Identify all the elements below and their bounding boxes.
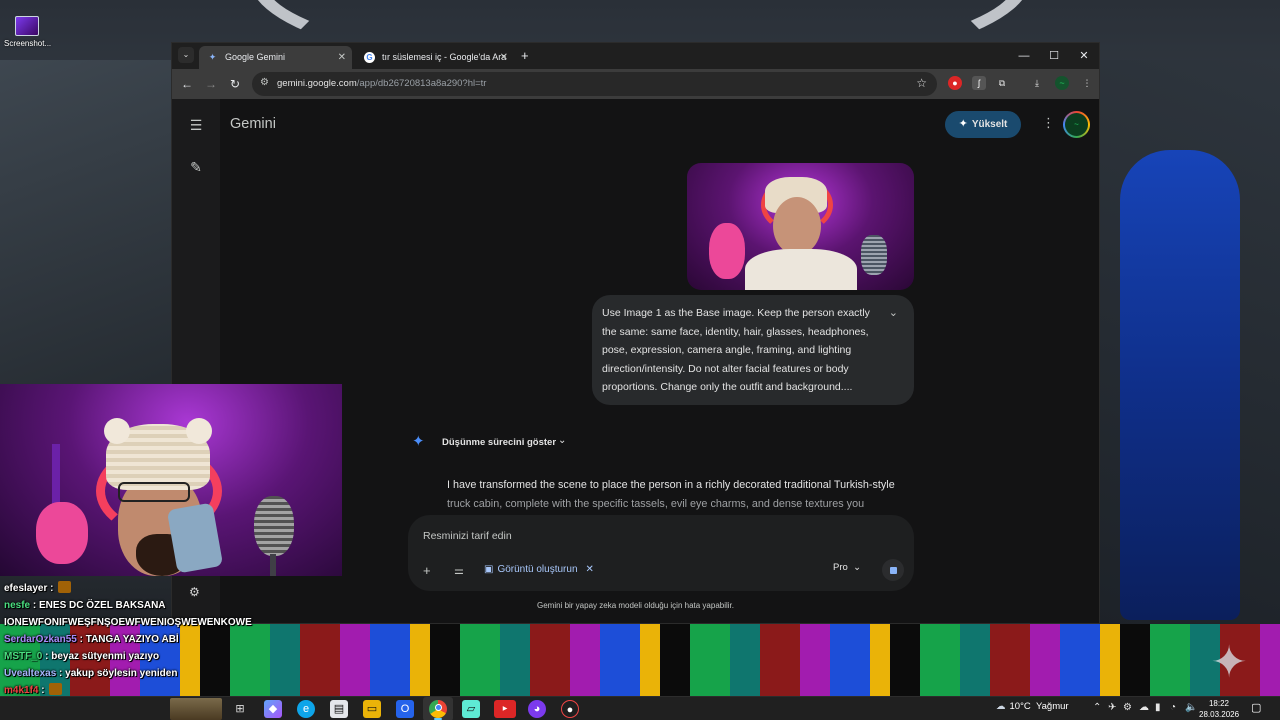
- model-response: I have transformed the scene to place th…: [447, 476, 917, 514]
- stop-generation-button[interactable]: [882, 559, 904, 581]
- browser-menu-icon[interactable]: ⋮: [1080, 76, 1094, 90]
- close-icon[interactable]: ✕: [586, 564, 594, 575]
- sparkle-icon: ✦: [1210, 638, 1248, 687]
- weather-widget[interactable]: ☁ 10°C Yağmur: [996, 701, 1069, 712]
- store-icon[interactable]: ▤: [330, 700, 348, 718]
- chat-message: MSTF_0 : beyaz sütyenmi yazıyo: [4, 651, 160, 662]
- close-tab-icon[interactable]: ✕: [338, 46, 346, 69]
- url-text: gemini.google.com/app/db26720813a8a290?h…: [277, 78, 487, 89]
- chat-message: efeslayer :: [0, 580, 345, 597]
- image-tool-chip[interactable]: ▣ Görüntü oluşturun ✕: [484, 561, 594, 579]
- gemini-favicon-icon: ✦: [208, 52, 217, 62]
- prompt-composer: Resminizi tarif edin + ⚌ ▣ Görüntü oluştu…: [408, 515, 914, 591]
- sparkle-icon: ✦: [958, 118, 968, 130]
- tab-search-button[interactable]: ⌄: [178, 47, 194, 63]
- menu-icon[interactable]: ☰: [186, 115, 206, 135]
- webcam-overlay: [0, 384, 342, 576]
- chrome-icon[interactable]: [429, 700, 447, 718]
- extensions-puzzle-icon[interactable]: ⧉: [995, 76, 1009, 90]
- upgrade-button[interactable]: ✦ Yükselt: [945, 111, 1021, 138]
- bookmark-star-icon[interactable]: ☆: [916, 76, 927, 90]
- user-prompt-bubble: Use Image 1 as the Base image. Keep the …: [592, 295, 914, 405]
- chat-message: Uvealtexas : yakup söylesin yeniden: [4, 668, 178, 679]
- extension-script-icon[interactable]: ʃ: [972, 76, 986, 90]
- discord-icon[interactable]: ◕: [528, 700, 546, 718]
- back-arrow-icon[interactable]: ←: [179, 76, 195, 92]
- tab-google-gemini[interactable]: ✦ Google Gemini ✕: [199, 46, 352, 69]
- file-explorer-icon[interactable]: ▭: [363, 700, 381, 718]
- stop-icon: [890, 567, 897, 574]
- profile-icon[interactable]: ~: [1055, 76, 1069, 90]
- obs-record-icon[interactable]: ●: [561, 700, 579, 718]
- new-chat-icon[interactable]: ✎: [186, 157, 206, 177]
- tab-google-search[interactable]: G tır süslemesi iç - Google'da Ara ✕: [356, 46, 514, 69]
- desktop-icon-label: Screenshot...: [4, 39, 52, 48]
- tab-title: Google Gemini: [225, 52, 286, 62]
- new-tab-button[interactable]: +: [521, 47, 529, 65]
- emote-icon: [49, 683, 63, 695]
- emote-icon: [58, 581, 72, 593]
- google-favicon-icon: G: [364, 52, 375, 63]
- expand-chevron-icon[interactable]: ⌄: [889, 306, 898, 319]
- gemini-spark-icon: ✦: [412, 433, 425, 450]
- wallpaper-left-panel: [0, 60, 175, 390]
- volume-icon[interactable]: 🔈: [1185, 702, 1197, 713]
- outlook-icon[interactable]: O: [396, 700, 414, 718]
- add-attachment-icon[interactable]: +: [423, 563, 431, 578]
- task-view-icon[interactable]: ⊞: [231, 700, 249, 718]
- desktop-icon-screenshot[interactable]: Screenshot...: [4, 16, 52, 48]
- taskbar-preview-thumbnail[interactable]: [170, 698, 222, 720]
- system-clock[interactable]: 18:22 28.03.2026: [1199, 698, 1239, 720]
- browser-toolbar: ← → ↻ ⚙ gemini.google.com/app/db26720813…: [172, 69, 1099, 99]
- chat-message: nesfe : ENES DC ÖZEL BAKSANA: [4, 600, 166, 611]
- chevron-down-icon: ⌄: [182, 50, 190, 59]
- tools-sliders-icon[interactable]: ⚌: [454, 564, 464, 577]
- more-options-icon[interactable]: ⋮: [1042, 115, 1055, 131]
- image-icon: ▣: [484, 564, 494, 575]
- wallpaper-figure: [1120, 150, 1240, 620]
- forward-arrow-icon[interactable]: →: [203, 76, 219, 92]
- tray-usb-icon[interactable]: ▮: [1155, 702, 1161, 713]
- cloud-icon: ☁: [996, 701, 1006, 712]
- response-line: I have transformed the scene to place th…: [447, 479, 895, 491]
- network-icon[interactable]: ◔: [1170, 702, 1176, 713]
- tray-overflow-icon[interactable]: ⌃: [1093, 702, 1101, 713]
- response-line: truck cabin, complete with the specific …: [447, 498, 865, 510]
- taskbar: ⊞ ◆ e ▤ ▭ O ▱ ▶ ◕ ● ☁ 10°C Yağmur ⌃ ✈ ⚙ ☁…: [0, 696, 1280, 720]
- close-tab-icon[interactable]: ✕: [500, 46, 508, 69]
- user-prompt-text: Use Image 1 as the Base image. Keep the …: [602, 307, 870, 394]
- chat-message: IONEWFONIFWEŞFNŞOEWFWENIOŞWEWENKOWE: [4, 617, 252, 628]
- account-avatar[interactable]: ~: [1063, 111, 1090, 138]
- close-window-button[interactable]: ✕: [1069, 43, 1099, 69]
- address-bar[interactable]: ⚙ gemini.google.com/app/db26720813a8a290…: [252, 72, 937, 96]
- video-editor-icon[interactable]: ▶: [494, 700, 516, 718]
- tray-app-icon[interactable]: ✈: [1108, 702, 1116, 713]
- maximize-button[interactable]: ☐: [1039, 43, 1069, 69]
- tab-title: tır süslemesi iç - Google'da Ara: [382, 52, 507, 62]
- tab-strip: ⌄ ✦ Google Gemini ✕ G tır süslemesi iç -…: [172, 43, 1099, 69]
- extension-red-icon[interactable]: ●: [948, 76, 962, 90]
- uploaded-image[interactable]: [687, 163, 914, 290]
- gemini-brand: Gemini: [230, 116, 276, 132]
- copilot-icon[interactable]: ◆: [264, 700, 282, 718]
- chevron-down-icon: ⌄: [558, 435, 567, 446]
- chat-message: SerdarOzkan55 : TANGA YAZIYO ABİ: [4, 634, 179, 645]
- notification-icon[interactable]: ▢: [1251, 701, 1261, 714]
- tray-cloud-icon[interactable]: ☁: [1139, 702, 1149, 713]
- reload-icon[interactable]: ↻: [227, 76, 243, 92]
- prompt-input[interactable]: Resminizi tarif edin: [423, 530, 512, 542]
- chevron-down-icon: ⌄: [853, 562, 862, 573]
- edge-icon[interactable]: e: [297, 700, 315, 718]
- image-file-icon: [15, 16, 39, 36]
- notepad-icon[interactable]: ▱: [462, 700, 480, 718]
- tray-app-icon[interactable]: ⚙: [1123, 702, 1132, 713]
- thinking-label: Düşünme sürecini göster: [442, 437, 557, 448]
- site-info-icon[interactable]: ⚙: [260, 77, 269, 88]
- model-selector[interactable]: Pro ⌄: [833, 562, 861, 573]
- download-icon[interactable]: ⤓: [1030, 76, 1044, 90]
- minimize-button[interactable]: —: [1009, 43, 1039, 69]
